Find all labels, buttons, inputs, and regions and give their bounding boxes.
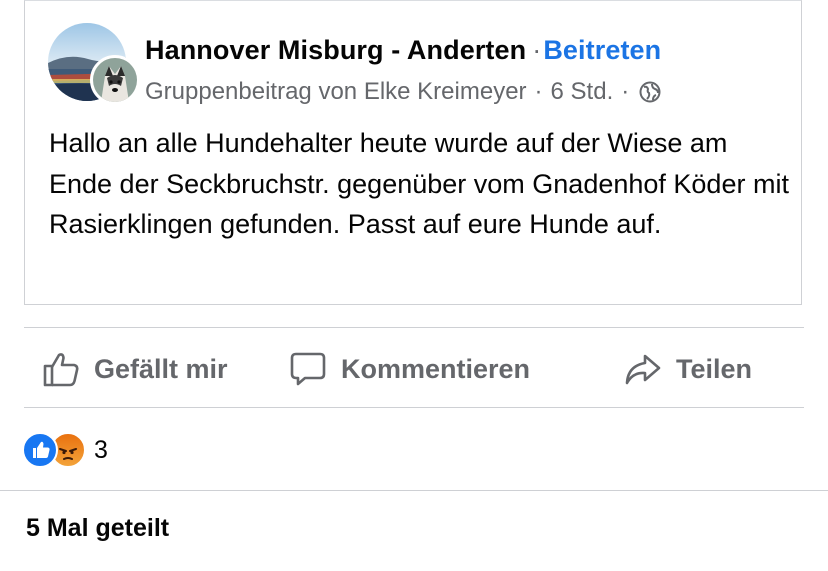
post-subtitle: Gruppenbeitrag von Elke Kreimeyer · 6 St… bbox=[145, 78, 661, 106]
post-card: Hannover Misburg - Anderten ·Beitreten Gr… bbox=[24, 0, 802, 305]
share-label: Teilen bbox=[676, 353, 753, 384]
comment-label: Kommentieren bbox=[341, 353, 531, 384]
author-link[interactable]: Gruppenbeitrag von Elke Kreimeyer bbox=[145, 78, 527, 106]
dog-photo-icon bbox=[93, 58, 137, 102]
like-button[interactable]: Gefällt mir bbox=[42, 350, 228, 388]
reaction-count: 3 bbox=[94, 435, 108, 464]
avatar-stack[interactable] bbox=[48, 23, 140, 107]
post-timestamp[interactable]: 6 Std. bbox=[551, 78, 614, 106]
comment-icon bbox=[290, 352, 326, 386]
share-count-link[interactable]: 5 Mal geteilt bbox=[26, 514, 169, 543]
header-separator: · bbox=[532, 35, 542, 65]
globe-icon[interactable] bbox=[639, 81, 661, 103]
like-label: Gefällt mir bbox=[94, 353, 228, 384]
thumbs-up-icon bbox=[43, 353, 79, 387]
share-button[interactable]: Teilen bbox=[624, 350, 752, 388]
shares-divider bbox=[0, 490, 828, 491]
author-avatar[interactable] bbox=[90, 55, 140, 105]
subtitle-dot: · bbox=[534, 78, 543, 105]
like-reaction-icon bbox=[22, 432, 58, 468]
post-actions-bar: Gefällt mir Kommentieren Teilen bbox=[24, 328, 804, 408]
actions-bottom-divider bbox=[24, 407, 804, 408]
comment-button[interactable]: Kommentieren bbox=[289, 350, 530, 388]
share-arrow-icon bbox=[625, 354, 661, 385]
reactions-summary[interactable]: 3 bbox=[22, 432, 108, 468]
subtitle-dot-2: · bbox=[621, 78, 630, 105]
group-name-link[interactable]: Hannover Misburg - Anderten bbox=[145, 35, 526, 65]
join-group-button[interactable]: Beitreten bbox=[543, 35, 661, 65]
post-header: Hannover Misburg - Anderten ·Beitreten bbox=[145, 35, 661, 66]
post-body-text: Hallo an alle Hundehalter heute wurde au… bbox=[49, 128, 789, 239]
